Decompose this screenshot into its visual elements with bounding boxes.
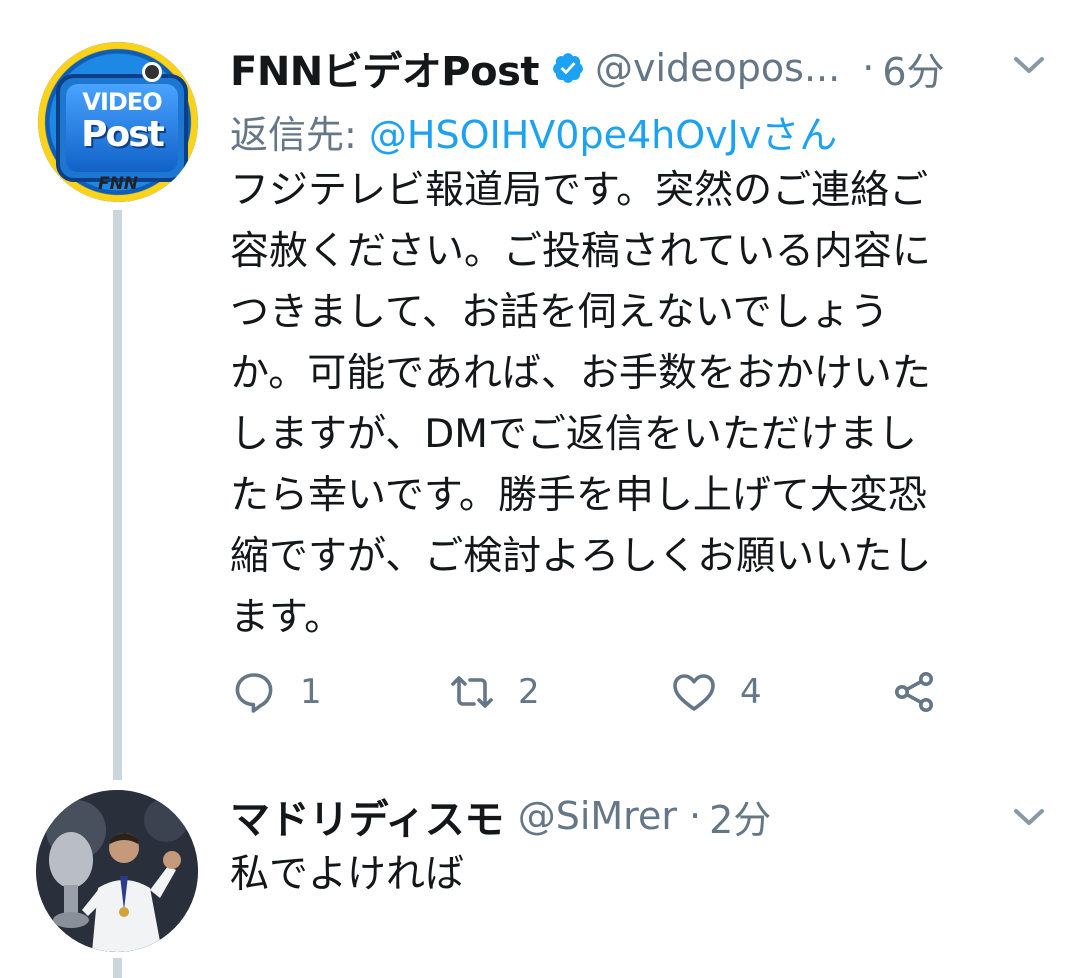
reply-count: 1 [300,672,322,712]
tweet-body-text: 私でよければ [230,852,465,897]
tweet-text-line: 縮ですが、ご検討よろしくお願いいたし [230,534,932,579]
chevron-down-icon[interactable] [1012,804,1046,830]
avatar-logo-post-text: Post [81,114,165,155]
avatar-logo-video-text: VIDEO [82,88,162,116]
share-button[interactable] [890,660,938,724]
tweet-body-text: フジテレビ報道局です。突然のご連絡ご 容赦ください。ご投稿されている内容に つき… [230,160,1050,648]
verified-badge-icon [551,51,585,85]
timestamp[interactable]: 2分 [709,789,771,844]
user-handle[interactable]: @SiMrer [518,794,677,838]
reply-button[interactable]: 1 [230,660,322,724]
user-handle[interactable]: @videopos... [595,46,840,90]
tweet-action-bar: 1 2 4 [230,660,990,724]
replying-to: 返信先: @HSOIHV0pe4hOvJvさん [230,104,837,159]
retweet-button[interactable]: 2 [448,660,540,724]
like-count: 4 [740,672,762,712]
retweet-count: 2 [518,672,540,712]
chevron-down-icon[interactable] [1012,52,1046,78]
tweet-text-line: ます。 [230,595,344,640]
timestamp[interactable]: 6分 [882,41,944,96]
avatar-fnn-videopost[interactable]: VIDEO Post FNN [38,42,198,202]
like-button[interactable]: 4 [670,660,762,724]
avatar-photo [36,790,198,952]
tweet-text-line: たら幸いです。勝手を申し上げて大変恐 [230,473,927,518]
tweet-text-line: か。可能であれば、お手数をおかけいた [230,351,931,396]
reply-icon [235,673,273,713]
tweet-text-line: しますが、DMでご返信をいただけまし [230,412,917,457]
tweet-text-line: フジテレビ報道局です。突然のご連絡ご [230,168,929,213]
tweet-header: マドリディスモ @SiMrer · 2分 [230,788,1030,844]
display-name[interactable]: マドリディスモ [230,787,504,845]
replying-to-handle-link[interactable]: @HSOIHV0pe4hOvJvさん [369,113,837,157]
avatar-madridismo[interactable] [36,790,198,952]
tweet-header: FNNビデオPost @videopos... · 6分 [230,40,1050,96]
thread-connector-line [113,210,122,780]
replying-to-label: 返信先: [230,113,369,157]
camera-icon [142,62,162,82]
separator-dot: · [688,794,702,838]
avatar-logo-fnn-text: FNN [97,174,139,194]
thread-connector-line-bottom [113,958,122,978]
separator-dot: · [862,46,875,90]
tweet-text-line: つきまして、お話を伺えないでしょう [230,290,889,335]
tweet-text-line: 容赦ください。ご投稿されている内容に [230,229,931,274]
retweet-icon [451,676,493,708]
heart-icon [673,674,715,711]
display-name[interactable]: FNNビデオPost [230,39,540,97]
share-icon [895,672,933,712]
